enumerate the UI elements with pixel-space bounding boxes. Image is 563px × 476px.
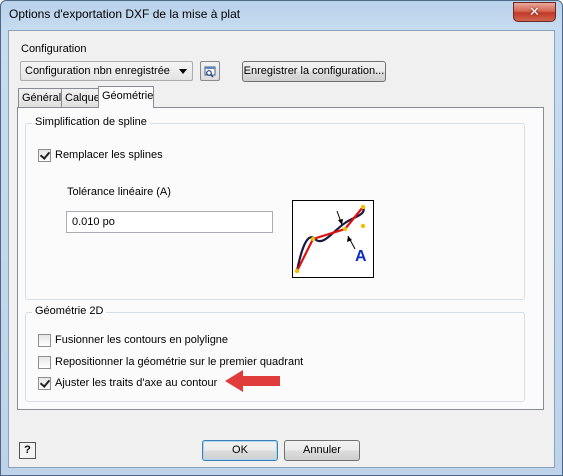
tab-panel-geometrie: Simplification de spline Remplacer les s… xyxy=(17,107,544,410)
adjust-centerlines-label[interactable]: Ajuster les traits d'axe au contour xyxy=(55,377,217,389)
browse-configuration-button[interactable] xyxy=(200,61,220,81)
illustration-letter: A xyxy=(355,248,367,265)
adjust-centerlines-checkbox[interactable] xyxy=(38,377,51,390)
tab-general[interactable]: Général xyxy=(18,88,62,107)
vertex-marker xyxy=(360,204,366,210)
save-configuration-button[interactable]: Enregistrer la configuration... xyxy=(242,61,386,82)
tab-geometrie[interactable]: Géométrie xyxy=(98,86,154,108)
folder-search-icon xyxy=(204,66,216,78)
vertex-marker xyxy=(294,268,300,274)
save-configuration-label: Enregistrer la configuration... xyxy=(243,65,385,77)
geometry-2d-group-title: Géométrie 2D xyxy=(32,305,107,317)
configuration-dropdown-value: Configuration nbn enregistrée xyxy=(25,65,170,77)
tolerance-label: Tolérance linéaire (A) xyxy=(67,186,171,198)
dialog-window: Options d'exportation DXF de la mise à p… xyxy=(0,0,563,476)
tolerance-input-value: 0.010 po xyxy=(72,216,115,228)
window-title: Options d'exportation DXF de la mise à p… xyxy=(9,7,241,21)
spline-group-title: Simplification de spline xyxy=(32,116,150,128)
vertex-marker xyxy=(342,226,348,232)
spline-simplification-group: Simplification de spline Remplacer les s… xyxy=(25,116,525,300)
merge-contours-label[interactable]: Fusionner les contours en polyligne xyxy=(55,334,228,346)
spline-illustration: A xyxy=(292,200,374,278)
ok-button[interactable]: OK xyxy=(202,440,278,461)
merge-contours-checkbox[interactable] xyxy=(38,334,51,347)
chevron-down-icon xyxy=(179,69,187,74)
replace-splines-checkbox[interactable] xyxy=(38,149,51,162)
help-button[interactable]: ? xyxy=(19,442,36,459)
reposition-quadrant-label[interactable]: Repositionner la géométrie sur le premie… xyxy=(55,356,303,368)
spline-curve xyxy=(295,206,365,272)
configuration-dropdown[interactable]: Configuration nbn enregistrée xyxy=(20,61,193,81)
tab-calque[interactable]: Calque xyxy=(61,88,100,107)
tab-calque-label: Calque xyxy=(65,92,100,104)
help-icon: ? xyxy=(24,444,31,456)
configuration-label: Configuration xyxy=(21,43,87,55)
tolerance-input[interactable]: 0.010 po xyxy=(66,211,273,233)
close-icon: ✕ xyxy=(529,4,540,20)
cancel-button-label: Annuler xyxy=(303,444,341,456)
replace-splines-label[interactable]: Remplacer les splines xyxy=(55,149,163,161)
spline-illustration-graphic: A xyxy=(294,204,367,274)
close-button[interactable]: ✕ xyxy=(513,2,556,22)
dialog-client-area: Configuration Configuration nbn enregist… xyxy=(8,30,555,468)
vertex-marker xyxy=(310,236,316,242)
ok-button-label: OK xyxy=(232,444,248,456)
cancel-button[interactable]: Annuler xyxy=(284,440,360,461)
annotation-arrow-icon xyxy=(225,370,280,392)
vertex-marker xyxy=(360,223,366,229)
reposition-quadrant-checkbox[interactable] xyxy=(38,356,51,369)
tab-general-label: Général xyxy=(22,92,62,104)
tab-geometrie-label: Géométrie xyxy=(102,90,154,102)
title-bar[interactable]: Options d'exportation DXF de la mise à p… xyxy=(1,1,562,29)
